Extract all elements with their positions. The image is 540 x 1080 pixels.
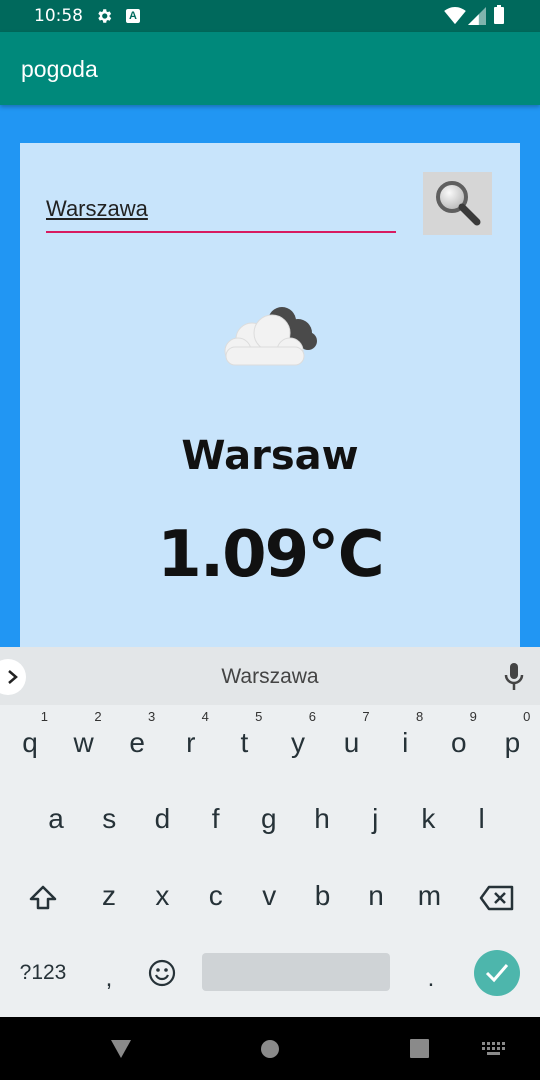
backspace-icon[interactable] — [479, 885, 515, 911]
key-i[interactable]: i8 — [385, 709, 425, 759]
key-z[interactable]: z — [89, 880, 129, 912]
key-e[interactable]: e3 — [117, 709, 157, 759]
key-label: k — [421, 803, 436, 834]
key-label: y — [291, 727, 305, 758]
key-label: z — [102, 880, 116, 911]
key-label: x — [155, 880, 170, 911]
key-hint: 7 — [362, 709, 370, 724]
status-bar: 10:58 A — [0, 0, 540, 32]
key-hint: 1 — [40, 709, 48, 724]
key-q[interactable]: q1 — [10, 709, 50, 759]
symbols-key[interactable]: ?123 — [8, 961, 78, 985]
key-s[interactable]: s — [89, 803, 129, 835]
key-hint: 8 — [415, 709, 424, 724]
gear-icon — [98, 9, 112, 23]
key-a[interactable]: a — [36, 803, 76, 835]
key-label: q — [22, 727, 38, 758]
back-icon[interactable] — [110, 1039, 132, 1059]
key-r[interactable]: r4 — [171, 709, 211, 759]
keyboard-switch-icon[interactable] — [482, 1042, 506, 1056]
key-label: a — [48, 803, 64, 834]
key-label: h — [314, 803, 330, 834]
wifi-icon — [444, 7, 466, 25]
key-label: b — [314, 880, 331, 911]
status-time: 10:58 — [34, 6, 83, 26]
a-icon: A — [126, 9, 140, 23]
key-label: m — [417, 880, 442, 911]
key-g[interactable]: g — [249, 803, 289, 835]
key-label: f — [211, 803, 220, 834]
key-label: l — [478, 803, 485, 834]
key-d[interactable]: d — [142, 803, 182, 835]
key-y[interactable]: y6 — [278, 709, 318, 759]
enter-key[interactable] — [474, 950, 520, 996]
temperature-value: 1.09℃ — [157, 518, 384, 592]
key-u[interactable]: u7 — [332, 709, 372, 759]
period-key[interactable]: . — [416, 965, 446, 993]
key-label: u — [343, 727, 360, 758]
recents-icon[interactable] — [410, 1039, 429, 1058]
signal-icon — [468, 7, 486, 25]
shift-icon[interactable] — [28, 884, 58, 912]
key-x[interactable]: x — [142, 880, 182, 912]
key-hint: 3 — [147, 709, 156, 724]
suggestion-word[interactable]: Warszawa — [0, 665, 540, 689]
key-j[interactable]: j — [355, 803, 395, 835]
battery-icon — [494, 5, 504, 24]
city-search-input[interactable] — [46, 183, 396, 233]
key-b[interactable]: b — [303, 880, 343, 912]
magnifier-icon — [436, 181, 481, 226]
key-hint: 5 — [255, 709, 263, 724]
app-bar: pogoda — [0, 32, 540, 105]
soft-keyboard: Warszawa q1w2e3r4t5y6u7i8o9p0 asdfghjkl … — [0, 647, 540, 1017]
key-label: g — [261, 803, 277, 834]
key-c[interactable]: c — [196, 880, 236, 912]
home-icon[interactable] — [260, 1039, 280, 1059]
key-hint: 6 — [308, 709, 316, 724]
microphone-icon[interactable] — [503, 663, 525, 691]
key-hint: 4 — [201, 709, 209, 724]
key-t[interactable]: t5 — [224, 709, 264, 759]
key-label: n — [368, 880, 384, 911]
key-hint: 2 — [94, 709, 102, 724]
weather-card: Warsaw 1.09℃ — [20, 143, 520, 653]
key-w[interactable]: w2 — [64, 709, 104, 759]
key-o[interactable]: o9 — [439, 709, 479, 759]
key-label: e — [129, 727, 145, 758]
key-label: o — [451, 727, 467, 758]
key-label: p — [504, 727, 521, 758]
city-name: Warsaw — [181, 433, 359, 479]
comma-key[interactable]: , — [94, 965, 124, 993]
suggestion-bar: Warszawa — [0, 647, 540, 705]
key-label: i — [402, 727, 409, 758]
key-m[interactable]: m — [409, 880, 449, 912]
key-h[interactable]: h — [302, 803, 342, 835]
key-label: r — [186, 727, 196, 758]
key-f[interactable]: f — [196, 803, 236, 835]
key-p[interactable]: p0 — [492, 709, 532, 759]
key-label: j — [372, 803, 379, 834]
search-button[interactable] — [423, 172, 492, 235]
key-label: s — [102, 803, 117, 834]
space-key[interactable] — [202, 953, 390, 991]
key-hint: 0 — [523, 709, 531, 724]
key-v[interactable]: v — [249, 880, 289, 912]
key-n[interactable]: n — [356, 880, 396, 912]
key-label: c — [208, 880, 223, 911]
check-icon — [485, 964, 509, 983]
key-label: d — [154, 803, 171, 834]
key-k[interactable]: k — [408, 803, 448, 835]
navigation-bar — [0, 1017, 540, 1080]
key-label: v — [262, 880, 277, 911]
key-label: t — [240, 727, 249, 758]
key-hint: 9 — [469, 709, 477, 724]
key-label: w — [73, 727, 94, 758]
emoji-icon[interactable] — [148, 959, 176, 987]
cloud-icon — [224, 307, 317, 366]
key-l[interactable]: l — [462, 803, 502, 835]
app-title: pogoda — [21, 56, 98, 82]
